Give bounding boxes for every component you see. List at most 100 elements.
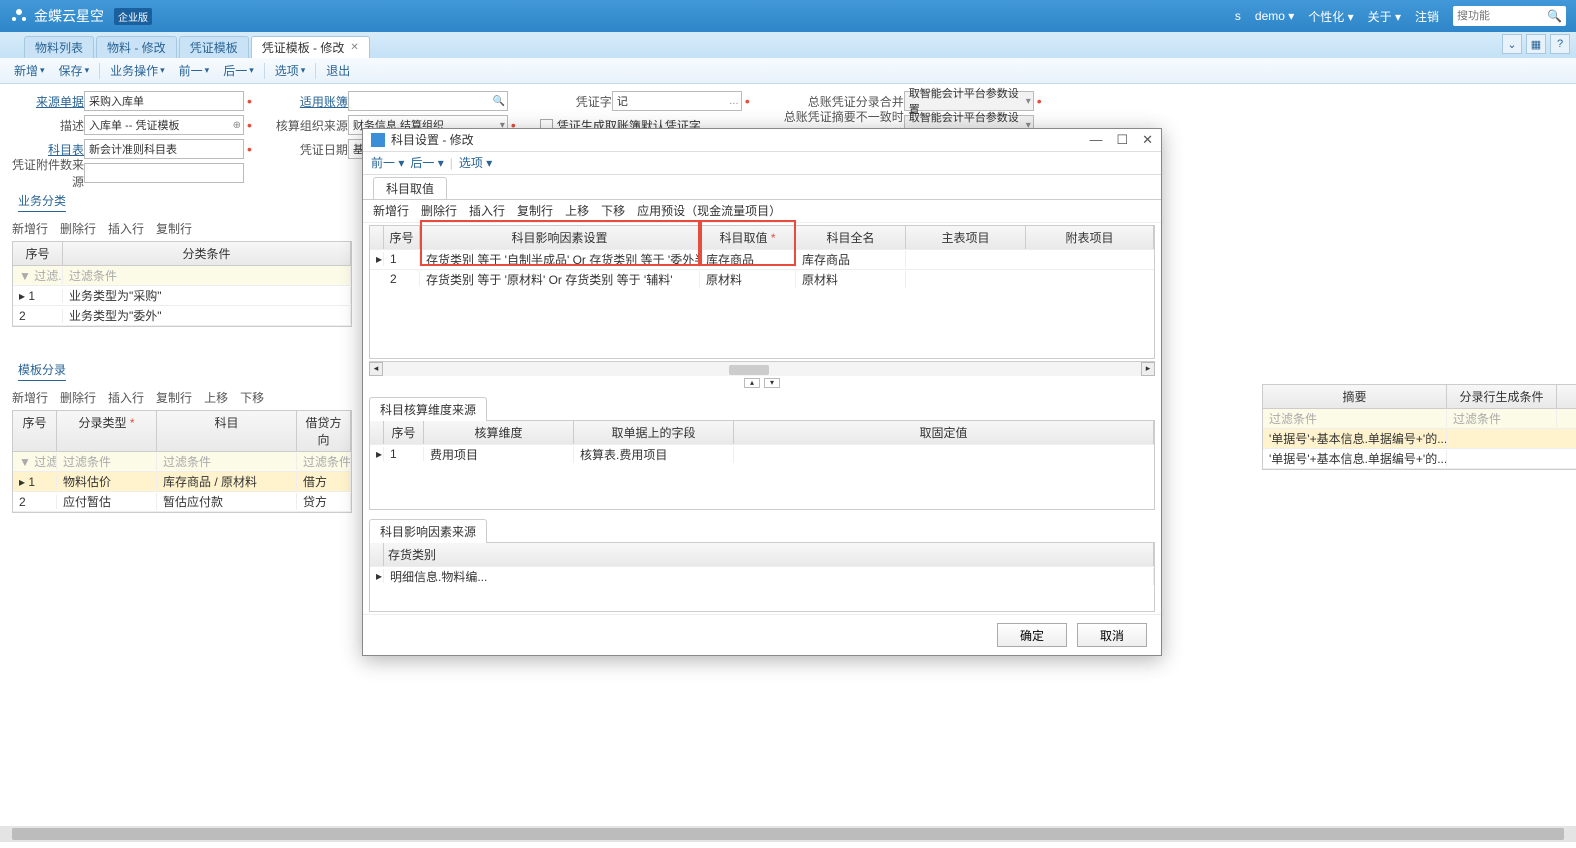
- options-button[interactable]: 选项▾: [271, 62, 310, 79]
- modal-prev-button[interactable]: 前一 ▾: [371, 154, 404, 171]
- del-row-button[interactable]: 删除行: [60, 220, 96, 237]
- collapse-up-icon[interactable]: ▴: [744, 378, 760, 388]
- dim-src-title: 科目核算维度来源: [369, 397, 487, 421]
- copy-row-button[interactable]: 复制行: [517, 202, 553, 219]
- expand-down-icon[interactable]: ⌄: [1502, 34, 1522, 54]
- col-summary: 摘要: [1263, 385, 1447, 408]
- subject-table-input[interactable]: 新会计准则科目表: [84, 139, 244, 159]
- grid-icon[interactable]: ▦: [1526, 34, 1546, 54]
- del-row-button[interactable]: 删除行: [421, 202, 457, 219]
- gl-merge-input[interactable]: 取智能会计平台参数设置▾: [904, 91, 1034, 111]
- table-row[interactable]: 2应付暂估暂估应付款贷方: [13, 492, 351, 512]
- search-box[interactable]: 🔍: [1453, 6, 1566, 26]
- factor-src-title: 科目影响因素来源: [369, 519, 487, 543]
- table-row[interactable]: ▸ 1 费用项目 核算表.费用项目: [370, 444, 1154, 464]
- logout-link[interactable]: 注销: [1415, 8, 1439, 25]
- move-down-button[interactable]: 下移: [240, 389, 264, 406]
- tab-voucher-template[interactable]: 凭证模板: [179, 36, 249, 58]
- help-icon[interactable]: ?: [1550, 34, 1570, 54]
- next-button[interactable]: 后一▾: [219, 62, 258, 79]
- logo: 金蝶云星空 企业版: [10, 6, 152, 26]
- main-toolbar: 新增▾ 保存▾ 业务操作▾ 前一▾ 后一▾ 选项▾ 退出: [0, 58, 1576, 84]
- tab-subject-value[interactable]: 科目取值: [373, 177, 447, 199]
- brand-text: 金蝶云星空: [34, 6, 104, 26]
- modal-next-button[interactable]: 后一 ▾: [410, 154, 443, 171]
- applicable-input[interactable]: 🔍: [348, 91, 508, 111]
- factor-src-section: 科目影响因素来源 存货类别 ▸ 明细信息.物料编...: [369, 518, 1155, 612]
- modal-grid-toolbar: 新增行 删除行 插入行 复制行 上移 下移 应用预设（现金流量项目）: [363, 200, 1161, 223]
- move-up-button[interactable]: 上移: [204, 389, 228, 406]
- scroll-thumb[interactable]: [729, 365, 769, 375]
- scroll-thumb[interactable]: [12, 828, 1564, 840]
- subject-table-label[interactable]: 科目表: [12, 141, 84, 158]
- table-row[interactable]: ▸ 明细信息.物料编...: [370, 566, 1154, 586]
- header-right: s demo ▾ 个性化 ▾ 关于 ▾ 注销 🔍: [1235, 6, 1566, 26]
- menu-personalize[interactable]: 个性化 ▾: [1308, 8, 1353, 25]
- source-bill-label[interactable]: 来源单据: [12, 93, 84, 110]
- add-row-button[interactable]: 新增行: [12, 220, 48, 237]
- modal-options-button[interactable]: 选项 ▾: [459, 154, 492, 171]
- insert-row-button[interactable]: 插入行: [469, 202, 505, 219]
- col-val: 科目取值 *: [700, 226, 796, 249]
- cancel-button[interactable]: 取消: [1077, 623, 1147, 647]
- table-row[interactable]: ▸ 1物料估价库存商品 / 原材料借方: [13, 472, 351, 492]
- table-row[interactable]: '单据号'+基本信息.单据编号+'的...: [1263, 449, 1576, 469]
- minimize-icon[interactable]: —: [1089, 132, 1102, 148]
- filter-row[interactable]: ▼ 过滤...过滤条件: [13, 266, 351, 286]
- ok-button[interactable]: 确定: [997, 623, 1067, 647]
- voucher-word-input[interactable]: 记…: [612, 91, 742, 111]
- filter-row[interactable]: 过滤条件过滤条件: [1263, 409, 1576, 429]
- desc-input[interactable]: 入库单 -- 凭证模板⊕: [84, 115, 244, 135]
- applicable-label[interactable]: 适用账簿: [276, 93, 348, 110]
- expand-down-icon[interactable]: ▾: [764, 378, 780, 388]
- table-row[interactable]: 2业务类型为"委外": [13, 306, 351, 326]
- close-icon[interactable]: ✕: [1142, 132, 1153, 148]
- insert-row-button[interactable]: 插入行: [108, 220, 144, 237]
- filter-row[interactable]: ▼ 过滤...过滤条件过滤条件过滤条件: [13, 452, 351, 472]
- move-down-button[interactable]: 下移: [601, 202, 625, 219]
- close-icon[interactable]: ✕: [350, 42, 358, 53]
- add-row-button[interactable]: 新增行: [373, 202, 409, 219]
- del-row-button[interactable]: 删除行: [60, 389, 96, 406]
- tab-material-edit[interactable]: 物料 - 修改: [96, 36, 177, 58]
- source-bill-input[interactable]: 采购入库单: [84, 91, 244, 111]
- biz-op-button[interactable]: 业务操作▾: [106, 62, 169, 79]
- h-scrollbar[interactable]: ◂ ▸: [369, 361, 1155, 376]
- tab-bar-tools: ⌄ ▦ ?: [1502, 34, 1570, 54]
- scroll-left-icon[interactable]: ◂: [369, 362, 383, 376]
- gl-merge-label: 总账凭证分录合并: [774, 93, 904, 110]
- apply-preset-button[interactable]: 应用预设（现金流量项目）: [637, 202, 781, 219]
- modal-titlebar[interactable]: 科目设置 - 修改 — ☐ ✕: [363, 129, 1161, 152]
- lang-icon[interactable]: ⊕: [233, 120, 241, 131]
- attach-input[interactable]: [84, 163, 244, 183]
- copy-row-button[interactable]: 复制行: [156, 220, 192, 237]
- user-label[interactable]: s: [1235, 9, 1241, 23]
- table-row[interactable]: ▸ 1 存货类别 等于 '自制半成品' Or 存货类别 等于 '委外半... 库…: [370, 249, 1154, 269]
- exit-button[interactable]: 退出: [322, 62, 354, 79]
- new-button[interactable]: 新增▾: [10, 62, 49, 79]
- table-row[interactable]: '单据号'+基本信息.单据编号+'的...: [1263, 429, 1576, 449]
- tab-voucher-template-edit[interactable]: 凭证模板 - 修改✕: [251, 36, 370, 58]
- search-input[interactable]: [1457, 10, 1547, 22]
- scroll-right-icon[interactable]: ▸: [1141, 362, 1155, 376]
- maximize-icon[interactable]: ☐: [1116, 132, 1128, 148]
- insert-row-button[interactable]: 插入行: [108, 389, 144, 406]
- tab-material-list[interactable]: 物料列表: [24, 36, 94, 58]
- right-grid: 摘要 分录行生成条件 过滤条件过滤条件 '单据号'+基本信息.单据编号+'的..…: [1250, 384, 1566, 470]
- table-row[interactable]: ▸ 1业务类型为"采购": [13, 286, 351, 306]
- col-type: 分录类型 *: [57, 411, 157, 451]
- col-dir: 借贷方向: [297, 411, 351, 451]
- copy-row-button[interactable]: 复制行: [156, 389, 192, 406]
- org-dropdown[interactable]: demo ▾: [1255, 9, 1294, 23]
- add-row-button[interactable]: 新增行: [12, 389, 48, 406]
- col-field: 取单据上的字段: [574, 421, 734, 444]
- table-row[interactable]: 2 存货类别 等于 '原材料' Or 存货类别 等于 '辅料' 原材料 原材料: [370, 269, 1154, 289]
- page-h-scrollbar[interactable]: [0, 826, 1576, 842]
- move-up-button[interactable]: 上移: [565, 202, 589, 219]
- search-icon[interactable]: 🔍: [1547, 9, 1562, 23]
- menu-about[interactable]: 关于 ▾: [1368, 8, 1401, 25]
- prev-button[interactable]: 前一▾: [175, 62, 214, 79]
- modal-nav-toolbar: 前一 ▾ 后一 ▾ | 选项 ▾: [363, 152, 1161, 175]
- search-icon[interactable]: 🔍: [492, 96, 504, 107]
- save-button[interactable]: 保存▾: [55, 62, 94, 79]
